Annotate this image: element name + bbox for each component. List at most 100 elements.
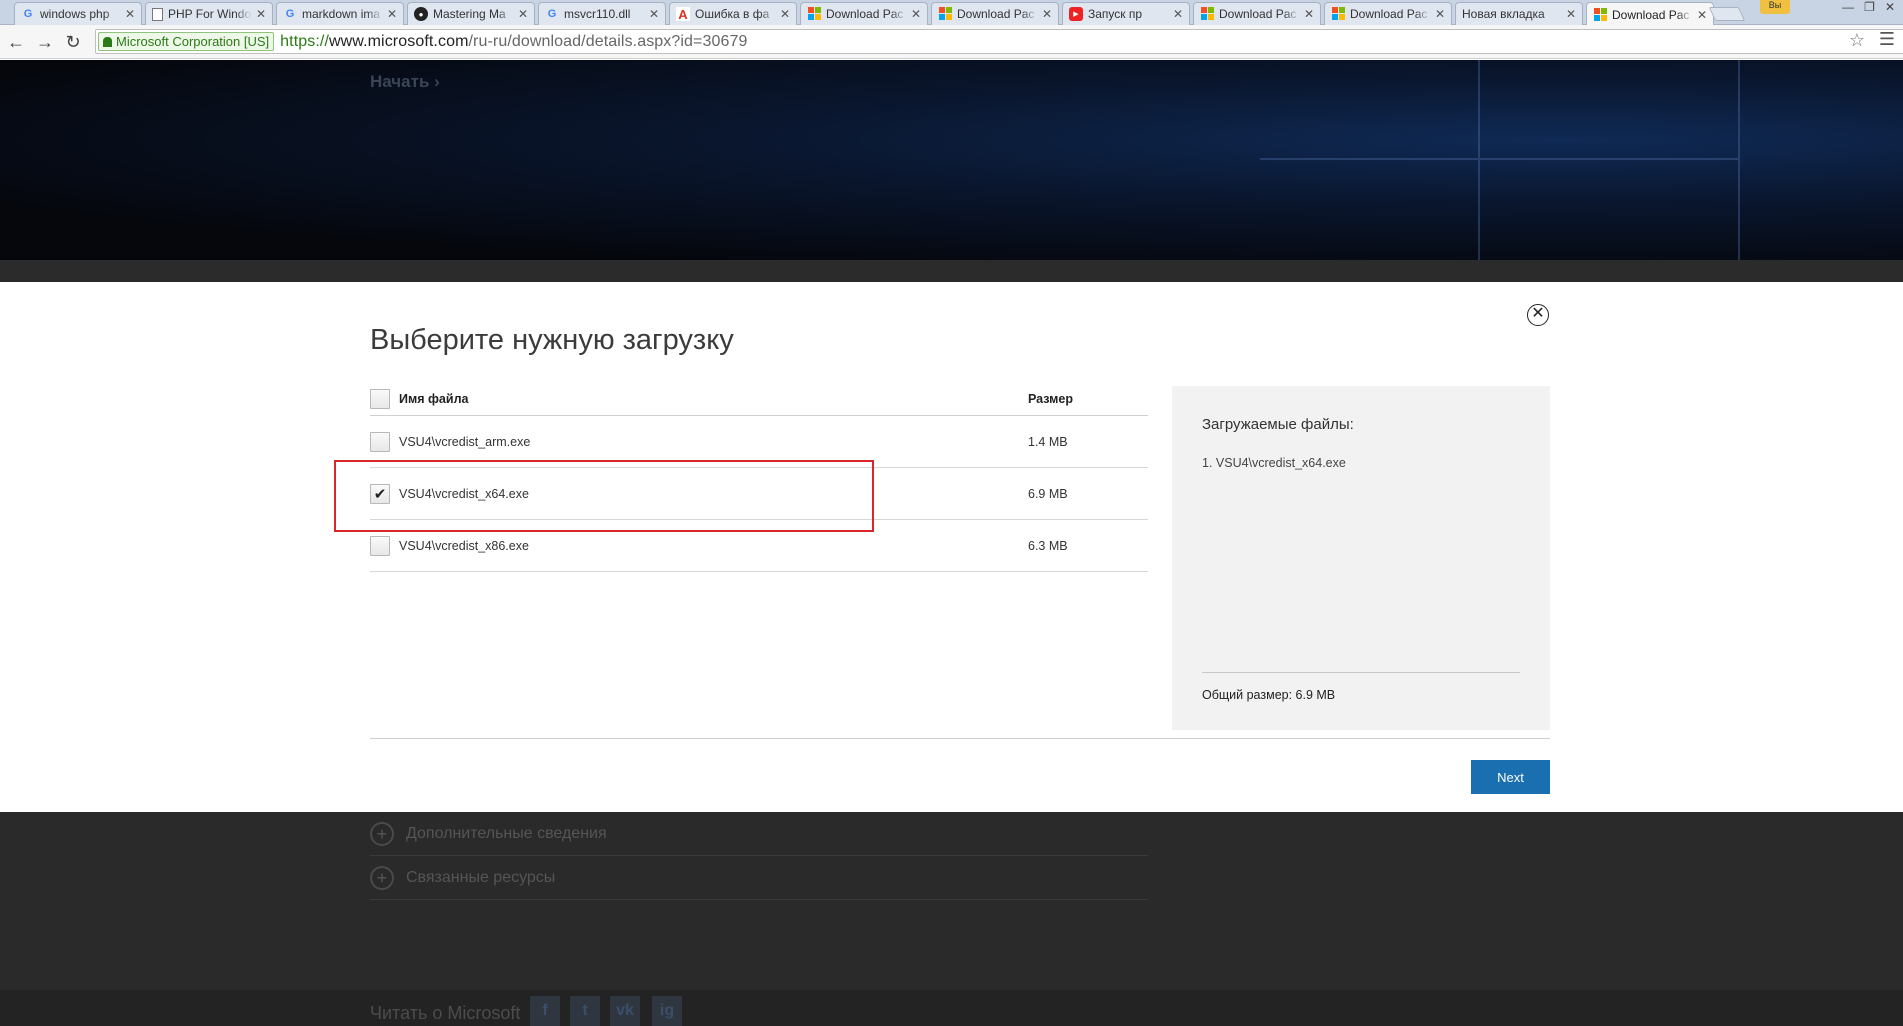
close-tab-icon[interactable]: ✕: [1566, 7, 1576, 21]
get-started-link[interactable]: Начать ›: [370, 72, 440, 92]
url-protocol: https://: [280, 32, 329, 50]
address-bar[interactable]: Microsoft Corporation [US] https://www.m…: [95, 29, 1903, 54]
tab-title: markdown ima: [302, 7, 381, 21]
browser-tab[interactable]: Gmsvcr110.dll ✕: [538, 2, 666, 25]
browser-tab[interactable]: PHP For Windo ✕: [145, 2, 273, 25]
checkmark-icon: ✔: [373, 485, 387, 503]
tab-title: Download Pac: [1612, 7, 1690, 22]
browser-toolbar: ← → ↻ Microsoft Corporation [US] https:/…: [0, 25, 1903, 59]
url-host: www.microsoft.com: [329, 32, 469, 50]
more-info-row[interactable]: + Дополнительные сведения: [370, 812, 1148, 856]
select-all-checkbox[interactable]: [370, 388, 390, 409]
new-tab-button[interactable]: [1708, 7, 1746, 21]
footer: Читать о Microsoft f t vk ig: [0, 990, 1903, 1026]
browser-tab[interactable]: Download Pac ✕: [1193, 2, 1321, 25]
download-summary-panel: Загружаемые файлы: 1. VSU4\vcredist_x64.…: [1172, 386, 1550, 730]
close-tab-icon[interactable]: ✕: [125, 7, 135, 21]
summary-total-size: Общий размер: 6.9 MB: [1202, 688, 1336, 702]
close-tab-icon[interactable]: ✕: [387, 7, 397, 21]
forward-arrow-icon[interactable]: →: [35, 32, 55, 52]
tab-title: windows php: [40, 7, 110, 21]
file-size: 6.9 MB: [1028, 486, 1068, 501]
read-about-microsoft: Читать о Microsoft: [370, 1003, 521, 1023]
file-row[interactable]: VSU4\vcredist_arm.exe 1.4 MB: [370, 416, 1148, 468]
back-arrow-icon[interactable]: ←: [6, 32, 26, 52]
document-icon: [152, 7, 163, 21]
file-name: VSU4\vcredist_arm.exe: [399, 434, 531, 449]
column-header-size: Размер: [1028, 391, 1074, 406]
dialog-title: Выберите нужную загрузку: [370, 324, 734, 356]
file-table: Имя файла Размер VSU4\vcredist_arm.exe 1.…: [370, 382, 1148, 572]
user-profile-badge[interactable]: Вы: [1760, 0, 1790, 14]
browser-tab[interactable]: Download Pac ✕: [1324, 2, 1452, 25]
browser-tab[interactable]: ▶ Запуск пр ✕: [1062, 2, 1190, 25]
close-tab-icon[interactable]: ✕: [1304, 7, 1314, 21]
browser-tab[interactable]: A Ошибка в фа ✕: [669, 2, 797, 25]
tab-title: Mastering Ma: [433, 7, 506, 21]
browser-tab[interactable]: Download Pac ✕: [931, 2, 1059, 25]
file-rows: VSU4\vcredist_arm.exe 1.4 MB ✔ VSU4\vcredis…: [370, 416, 1148, 572]
file-name: VSU4\vcredist_x64.exe: [399, 486, 529, 501]
google-icon: G: [23, 8, 33, 20]
browser-tab[interactable]: Новая вкладка ✕: [1455, 2, 1583, 25]
tab-title: Новая вкладка: [1462, 7, 1545, 21]
google-icon: G: [285, 8, 295, 20]
close-tab-icon[interactable]: ✕: [649, 7, 659, 21]
microsoft-icon: [1331, 7, 1345, 21]
facebook-icon[interactable]: f: [530, 996, 560, 1026]
more-info-label: Дополнительные сведения: [406, 824, 607, 842]
summary-file-item: 1. VSU4\vcredist_x64.exe: [1202, 456, 1346, 470]
summary-title: Загружаемые файлы:: [1202, 416, 1354, 433]
close-dialog-icon[interactable]: ✕: [1527, 304, 1549, 326]
browser-tab-strip: Gwindows php ✕ PHP For Windo ✕ Gmarkdown ima…: [0, 0, 1903, 26]
vk-icon[interactable]: vk: [610, 996, 640, 1026]
url-text[interactable]: https://www.microsoft.com/ru-ru/download…: [280, 33, 747, 51]
next-button[interactable]: Next: [1471, 760, 1550, 794]
tab-title: Запуск пр: [1088, 7, 1143, 21]
microsoft-icon: [1200, 7, 1214, 21]
tab-title: Ошибка в фа: [695, 7, 770, 21]
bookmark-star-icon[interactable]: ☆: [1849, 30, 1865, 51]
hero-banner: Начать ›: [0, 60, 1903, 260]
browser-tab[interactable]: Gmarkdown ima ✕: [276, 2, 404, 25]
reload-icon[interactable]: ↻: [63, 32, 83, 52]
tab-title: Download Pac: [957, 7, 1035, 21]
github-icon: ●: [414, 7, 428, 21]
file-row[interactable]: ✔ VSU4\vcredist_x64.exe 6.9 MB: [370, 468, 1148, 520]
close-tab-icon[interactable]: ✕: [1173, 7, 1183, 21]
file-size: 6.3 MB: [1028, 538, 1068, 553]
browser-tab[interactable]: Download Pac ✕: [1586, 2, 1714, 26]
file-name: VSU4\vcredist_x86.exe: [399, 538, 529, 553]
tab-title: PHP For Windo: [168, 7, 252, 21]
browser-tab[interactable]: Gwindows php ✕: [14, 2, 142, 25]
file-checkbox[interactable]: [370, 431, 390, 452]
close-tab-icon[interactable]: ✕: [1042, 7, 1052, 21]
ev-certificate-badge[interactable]: Microsoft Corporation [US]: [98, 32, 275, 51]
url-path: /ru-ru/download/details.aspx?id=30679: [468, 32, 748, 50]
close-tab-icon[interactable]: ✕: [1697, 8, 1707, 22]
tab-title: msvcr110.dll: [564, 7, 631, 21]
close-tab-icon[interactable]: ✕: [518, 7, 528, 21]
instagram-icon[interactable]: ig: [652, 996, 682, 1026]
dialog-divider: [370, 738, 1550, 739]
minimize-icon[interactable]: —: [1842, 0, 1854, 14]
close-tab-icon[interactable]: ✕: [256, 7, 266, 21]
file-size: 1.4 MB: [1028, 434, 1068, 449]
microsoft-icon: [807, 7, 821, 21]
related-resources-row[interactable]: + Связанные ресурсы: [370, 856, 1148, 900]
file-row[interactable]: VSU4\vcredist_x86.exe 6.3 MB: [370, 520, 1148, 572]
summary-divider: [1202, 672, 1520, 673]
close-window-icon[interactable]: ✕: [1885, 0, 1895, 14]
browser-tab[interactable]: Download Pac ✕: [800, 2, 928, 25]
file-checkbox[interactable]: [370, 535, 390, 556]
youtube-icon: ▶: [1069, 7, 1083, 21]
twitter-icon[interactable]: t: [570, 996, 600, 1026]
file-checkbox[interactable]: ✔: [370, 483, 390, 504]
close-tab-icon[interactable]: ✕: [1435, 7, 1445, 21]
restore-icon[interactable]: ❐: [1864, 0, 1875, 14]
close-tab-icon[interactable]: ✕: [911, 7, 921, 21]
chrome-menu-icon[interactable]: ☰: [1879, 29, 1895, 50]
close-tab-icon[interactable]: ✕: [780, 7, 790, 21]
tab-title: Download Pac: [826, 7, 904, 21]
browser-tab[interactable]: ● Mastering Ma ✕: [407, 2, 535, 25]
